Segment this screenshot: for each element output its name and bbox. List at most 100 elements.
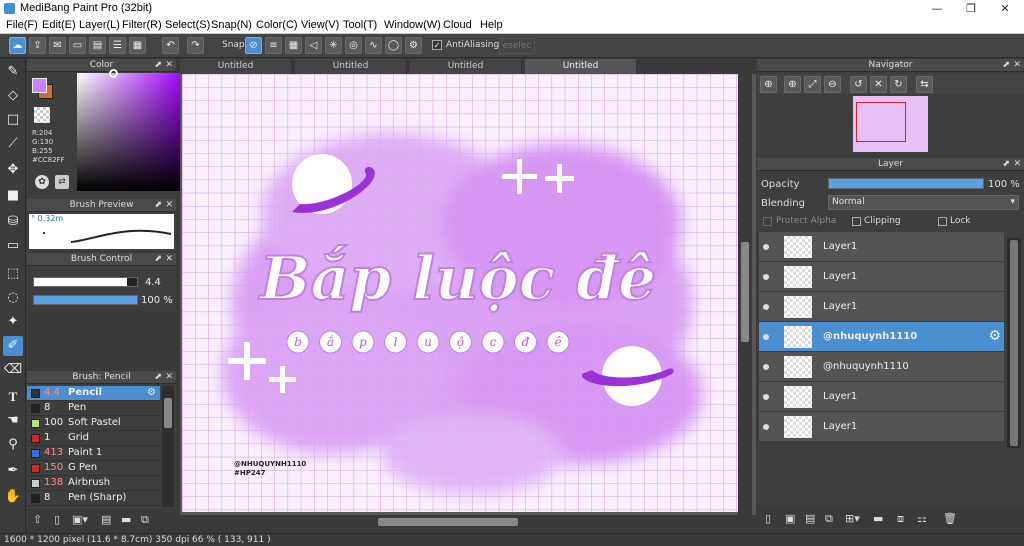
panel-expand-icon[interactable]: ⬈	[154, 371, 162, 384]
canvas-vertical-scrollbar[interactable]	[738, 74, 752, 515]
tab-untitled-3[interactable]: Untitled	[410, 59, 522, 74]
brush-tool-icon[interactable]: ✎	[3, 62, 23, 82]
menu-select[interactable]: Select(S)	[165, 19, 210, 31]
lasso-tool-icon[interactable]: ◌	[3, 288, 23, 308]
tab-untitled-2[interactable]: Untitled	[295, 59, 407, 74]
sv-picker-handle[interactable]	[109, 69, 118, 78]
new-1bit-layer-icon[interactable]: ▤	[805, 512, 815, 525]
lock-checkbox[interactable]	[938, 217, 947, 226]
brush-item-paint-1[interactable]: 413 Paint 1	[27, 446, 160, 461]
rotate-left-icon[interactable]: ↺	[850, 76, 867, 93]
navigator-view-rect[interactable]	[856, 102, 906, 142]
brush-list-scrollbar[interactable]	[162, 386, 174, 507]
transparent-color-swatch[interactable]	[34, 107, 50, 123]
canvas-horizontal-scrollbar[interactable]	[180, 515, 756, 529]
layer-row[interactable]: Layer1	[759, 292, 1004, 322]
brush-item-airbrush[interactable]: 138 Airbrush	[27, 476, 160, 491]
layer-settings-icon[interactable]: ⚙	[988, 328, 1001, 344]
dropper-tool-icon[interactable]: ⚲	[3, 435, 23, 455]
saturation-value-picker[interactable]	[77, 69, 184, 191]
deselect-button[interactable]: eselec	[499, 38, 535, 54]
panel-expand-icon[interactable]: ⬈	[154, 59, 162, 72]
zoom-in-alt-icon[interactable]: ⊕	[784, 76, 801, 93]
trash-icon[interactable]: 🗑	[943, 512, 957, 525]
tab-untitled-4[interactable]: Untitled	[525, 59, 637, 74]
hand-tool-icon[interactable]: ✋	[3, 487, 23, 507]
comment-icon[interactable]: ✉	[49, 37, 66, 54]
brush-item-g-pen[interactable]: 150 G Pen	[27, 461, 160, 476]
new-brush-icon[interactable]: ▯	[54, 513, 60, 526]
color-swap-icon[interactable]: ⇄	[55, 175, 69, 189]
add-brush-icon[interactable]: ▣▾	[72, 513, 88, 526]
snap-radial-icon[interactable]: ✳	[325, 37, 342, 54]
minimize-button[interactable]: —	[920, 0, 954, 17]
brush-item-pen-sharp[interactable]: 8 Pen (Sharp)	[27, 491, 160, 506]
operation-tool-icon[interactable]: ☚	[3, 411, 23, 431]
panel-expand-icon[interactable]: ⬈	[154, 199, 162, 212]
snap-parallel-icon[interactable]: ≡	[265, 37, 282, 54]
primary-color-swatch[interactable]	[32, 78, 47, 93]
close-button[interactable]: ✕	[988, 0, 1022, 17]
flip-icon[interactable]: ⇆	[916, 76, 933, 93]
panel-close-icon[interactable]: ✕	[165, 253, 173, 266]
fit-icon[interactable]: ⤢	[804, 76, 821, 93]
layer-list-scrollbar[interactable]	[1007, 238, 1021, 448]
fill-rect-tool-icon[interactable]: ■	[3, 186, 23, 206]
panel-close-icon[interactable]: ✕	[1013, 59, 1021, 72]
clipping-checkbox[interactable]	[852, 217, 861, 226]
panel-close-icon[interactable]: ✕	[165, 59, 173, 72]
document-canvas[interactable]: Bắp luộc đê b ắ p l u ộ c đ ê @NHUQUYNH1110 #HP2…	[182, 74, 738, 512]
horizontal-scroll-thumb[interactable]	[378, 518, 518, 526]
add-layer-menu-icon[interactable]: ⊞▾	[845, 512, 860, 525]
brush-item-grid[interactable]: 1 Grid	[27, 431, 160, 446]
redo-icon[interactable]: ↷	[187, 37, 204, 54]
magic-wand-tool-icon[interactable]: ✦	[3, 312, 23, 332]
snap-curve-icon[interactable]: ∿	[365, 37, 382, 54]
cloud-icon[interactable]: ☁	[9, 37, 26, 54]
eye-icon[interactable]	[763, 394, 769, 400]
copy-brush-icon[interactable]: ⧉	[141, 513, 149, 527]
panel-close-icon[interactable]: ✕	[1013, 158, 1021, 171]
layer-row[interactable]: Layer1	[759, 382, 1004, 412]
maximize-button[interactable]: ❐	[954, 0, 988, 17]
layer-row[interactable]: Layer1	[759, 412, 1004, 442]
rotate-right-icon[interactable]: ↻	[890, 76, 907, 93]
menu-snap[interactable]: Snap(N)	[211, 19, 252, 31]
brush-size-slider[interactable]	[33, 277, 138, 287]
eraser-tool-icon[interactable]: ◇	[3, 86, 23, 106]
eye-icon[interactable]	[763, 424, 769, 430]
eye-icon[interactable]	[763, 364, 769, 370]
snap-perspective-icon[interactable]: ◁	[305, 37, 322, 54]
new-halftone-layer-icon[interactable]: ▣	[785, 512, 795, 525]
undo-icon[interactable]: ↶	[162, 37, 179, 54]
eye-icon[interactable]	[763, 304, 769, 310]
grid-icon[interactable]: ▦	[129, 37, 146, 54]
menu-cloud[interactable]: Cloud	[443, 19, 472, 31]
move-tool-icon[interactable]: ✥	[3, 160, 23, 180]
zoom-in-icon[interactable]: ⊕	[760, 76, 777, 93]
gradient-tool-icon[interactable]: ▭	[3, 236, 23, 256]
snap-settings-icon[interactable]: ⚙	[405, 37, 422, 54]
merge-layer-icon[interactable]: ⧈	[897, 512, 904, 526]
panel-expand-icon[interactable]: ⬈	[154, 253, 162, 266]
document-icon[interactable]: ▤	[89, 37, 106, 54]
snap-circle-icon[interactable]: ◎	[345, 37, 362, 54]
brush-item-pen[interactable]: 8 Pen	[27, 401, 160, 416]
scrollbar-thumb[interactable]	[1010, 240, 1018, 446]
duplicate-layer-icon[interactable]: ⧉	[825, 512, 833, 526]
menu-window[interactable]: Window(W)	[384, 19, 441, 31]
pen-tool-icon[interactable]: ✒	[3, 461, 23, 481]
brush-item-pencil[interactable]: 4.4 Pencil ⚙	[27, 386, 160, 401]
blending-select[interactable]: Normal ▾	[828, 195, 1019, 210]
menu-color[interactable]: Color(C)	[256, 19, 298, 31]
snap-ellipse-icon[interactable]: ◯	[385, 37, 402, 54]
new-layer-icon[interactable]: ▯	[765, 512, 771, 525]
folder-icon[interactable]: ▬	[121, 513, 131, 526]
antialiasing-checkbox[interactable]: ✓	[432, 40, 442, 50]
snap-grid-icon[interactable]: ▦	[285, 37, 302, 54]
duplicate-brush-icon[interactable]: ▤	[101, 513, 111, 526]
menu-tool[interactable]: Tool(T)	[343, 19, 377, 31]
layer-folder-icon[interactable]: ▬	[873, 512, 883, 525]
scrollbar-thumb[interactable]	[164, 398, 172, 428]
eye-icon[interactable]	[763, 334, 769, 340]
